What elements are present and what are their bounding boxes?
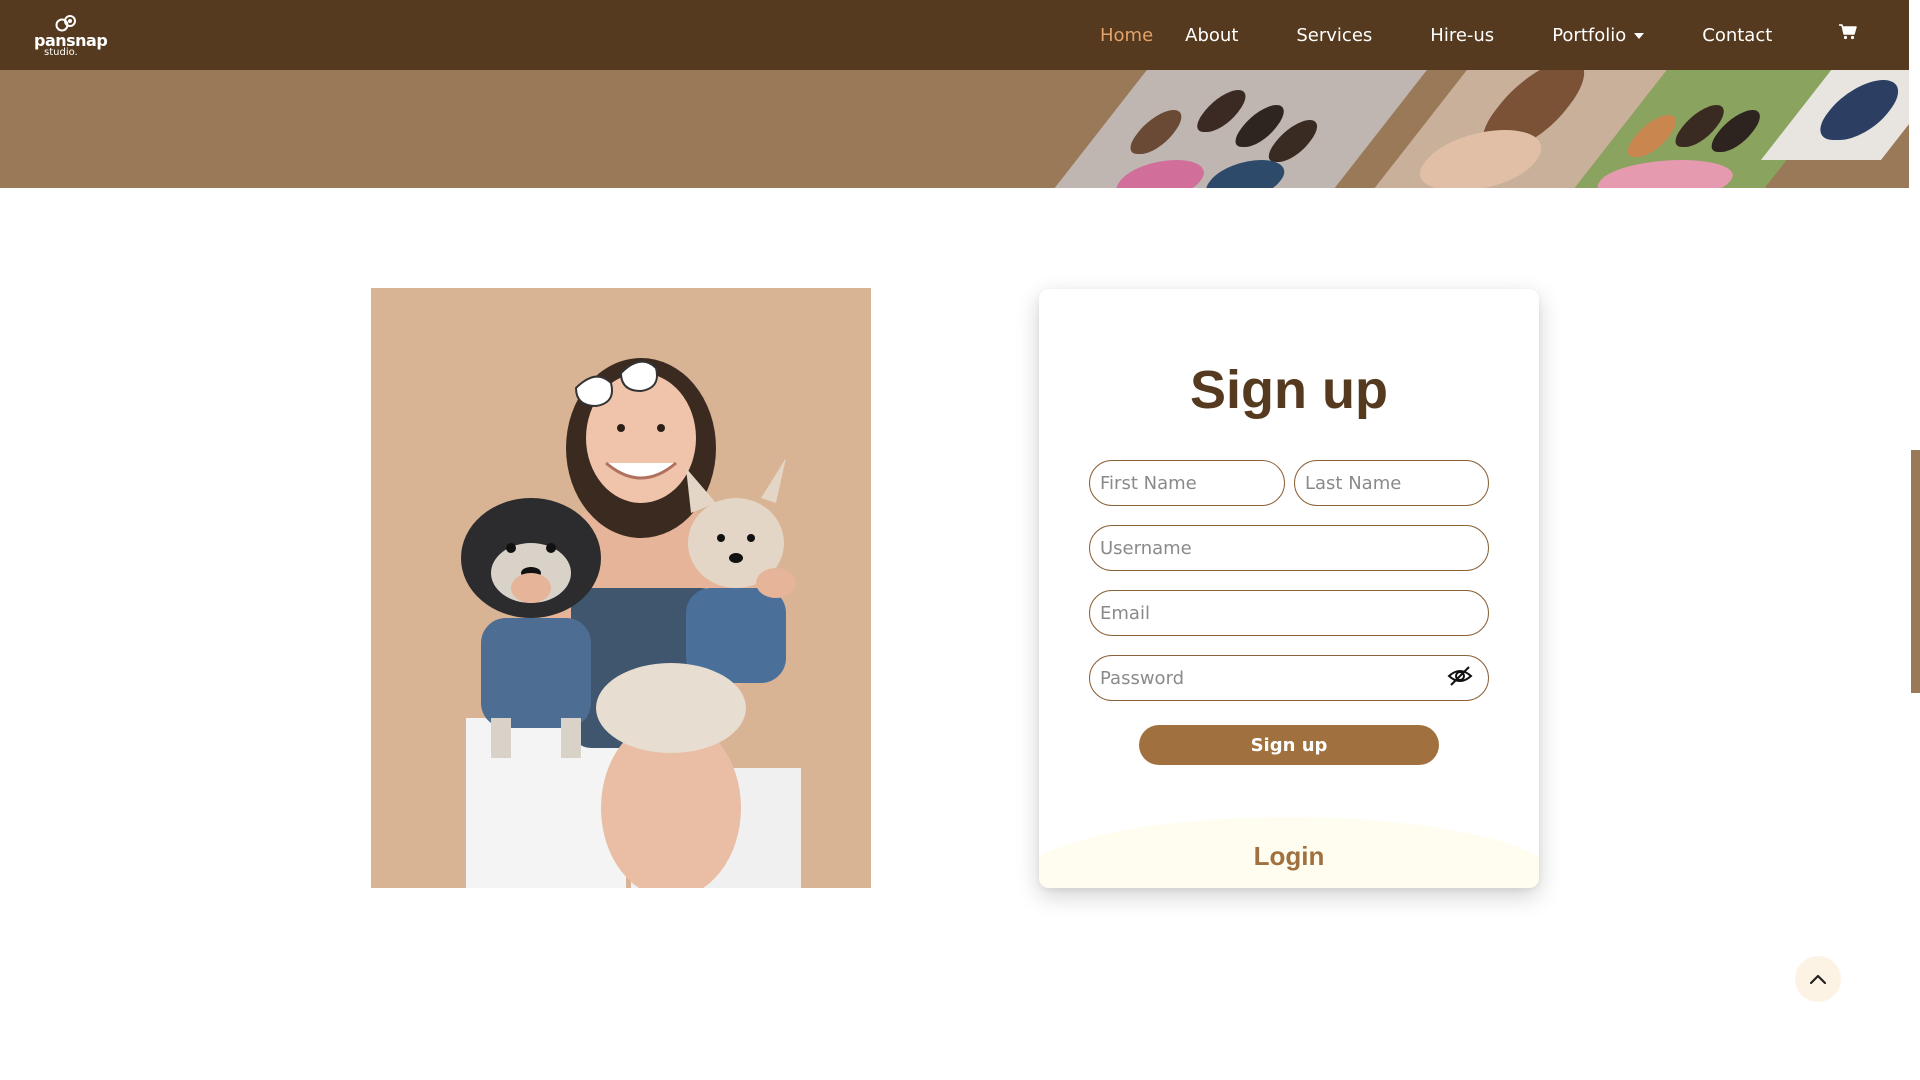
username-input[interactable] [1089, 525, 1489, 571]
signup-button[interactable]: Sign up [1139, 725, 1439, 765]
nav-about[interactable]: About [1185, 25, 1238, 46]
page-scroll-indicator[interactable] [1911, 450, 1920, 693]
nav-contact[interactable]: Contact [1702, 25, 1772, 46]
cart-icon[interactable] [1839, 24, 1857, 40]
logo-subtext: studio. [44, 47, 78, 58]
eye-slash-icon[interactable] [1447, 665, 1473, 687]
nav-portfolio-label: Portfolio [1552, 24, 1627, 46]
nav-services[interactable]: Services [1296, 25, 1372, 46]
back-to-top-button[interactable] [1795, 956, 1841, 1002]
banner-photo-group [1045, 70, 1435, 188]
top-nav: pansnap studio. Home About Services Hire… [0, 0, 1909, 70]
hero-banner [0, 70, 1909, 188]
nav-portfolio[interactable]: Portfolio [1552, 24, 1645, 46]
signup-card: Sign up Sign up Login [1039, 289, 1539, 888]
first-name-input[interactable] [1089, 460, 1285, 506]
logo[interactable]: pansnap studio. [34, 14, 108, 60]
caret-down-icon [1634, 32, 1645, 39]
signup-title: Sign up [1190, 360, 1388, 420]
featured-photo [371, 288, 871, 888]
password-input[interactable] [1089, 655, 1489, 701]
chevron-up-icon [1809, 974, 1827, 985]
login-link[interactable]: Login [1039, 841, 1539, 872]
woman-with-dogs-image [371, 288, 871, 888]
nav-menu: Home About Services Hire-us Portfolio Co… [1100, 0, 1772, 70]
last-name-input[interactable] [1294, 460, 1489, 506]
email-input[interactable] [1089, 590, 1489, 636]
nav-home[interactable]: Home [1100, 25, 1153, 46]
nav-hire-us[interactable]: Hire-us [1430, 25, 1494, 46]
